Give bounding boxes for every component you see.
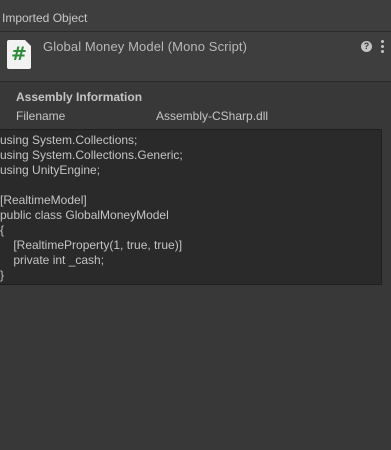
csharp-script-icon: # [7, 40, 31, 69]
object-title: Global Money Model (Mono Script) [43, 39, 248, 54]
code-line: using UnityEngine; [0, 163, 101, 177]
script-preview[interactable]: using System.Collections; using System.C… [0, 129, 382, 285]
code-line: } [0, 268, 5, 282]
inspector-window: Imported Object # Global Money Model (Mo… [0, 0, 391, 450]
filename-value: Assembly-CSharp.dll [156, 109, 269, 123]
code-line: { [0, 223, 5, 237]
object-header: # Global Money Model (Mono Script) ? [0, 32, 391, 82]
more-options-icon[interactable] [378, 40, 386, 53]
code-line: [RealtimeProperty(1, true, true)] [0, 238, 183, 252]
panel-title: Imported Object [2, 11, 88, 25]
code-line: [RealtimeModel] [0, 193, 87, 207]
code-line: using System.Collections.Generic; [0, 148, 183, 162]
code-line: public class GlobalMoneyModel [0, 208, 169, 222]
filename-label: Filename [16, 109, 66, 123]
code-line: using System.Collections; [0, 133, 138, 147]
script-icon-glyph: # [11, 43, 27, 65]
assembly-information-title: Assembly Information [16, 90, 143, 104]
help-icon[interactable]: ? [361, 41, 372, 52]
code-line: private int _cash; [0, 253, 105, 267]
imported-object-header: Imported Object [0, 0, 391, 32]
